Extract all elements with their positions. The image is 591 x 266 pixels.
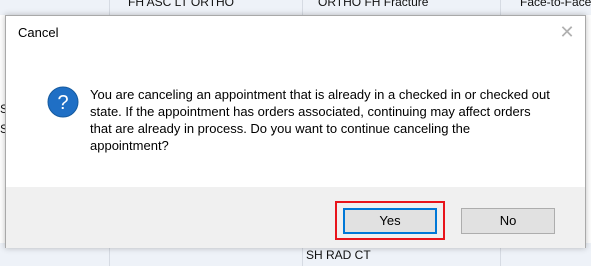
table-cell: SH RAD CT — [306, 248, 371, 262]
close-icon[interactable]: ✕ — [557, 22, 577, 42]
no-button[interactable]: No — [461, 208, 555, 234]
dialog-content: ? You are canceling an appointment that … — [6, 48, 585, 187]
table-cell: Face-to-Face — [520, 0, 591, 9]
cancel-dialog: Cancel ✕ ? You are canceling an appointm… — [5, 15, 586, 248]
table-cell: FH ASC LT ORTHO — [128, 0, 235, 9]
table-cell: ORTHO FH Fracture — [318, 0, 429, 9]
svg-text:?: ? — [57, 92, 68, 114]
dialog-message: You are canceling an appointment that is… — [90, 87, 550, 153]
dialog-title-bar: Cancel ✕ — [6, 16, 585, 48]
dialog-footer: Yes No — [6, 187, 585, 248]
yes-button[interactable]: Yes — [343, 208, 437, 234]
dialog-title: Cancel — [18, 25, 59, 40]
table-row — [0, 0, 591, 15]
question-icon: ? — [47, 86, 79, 118]
